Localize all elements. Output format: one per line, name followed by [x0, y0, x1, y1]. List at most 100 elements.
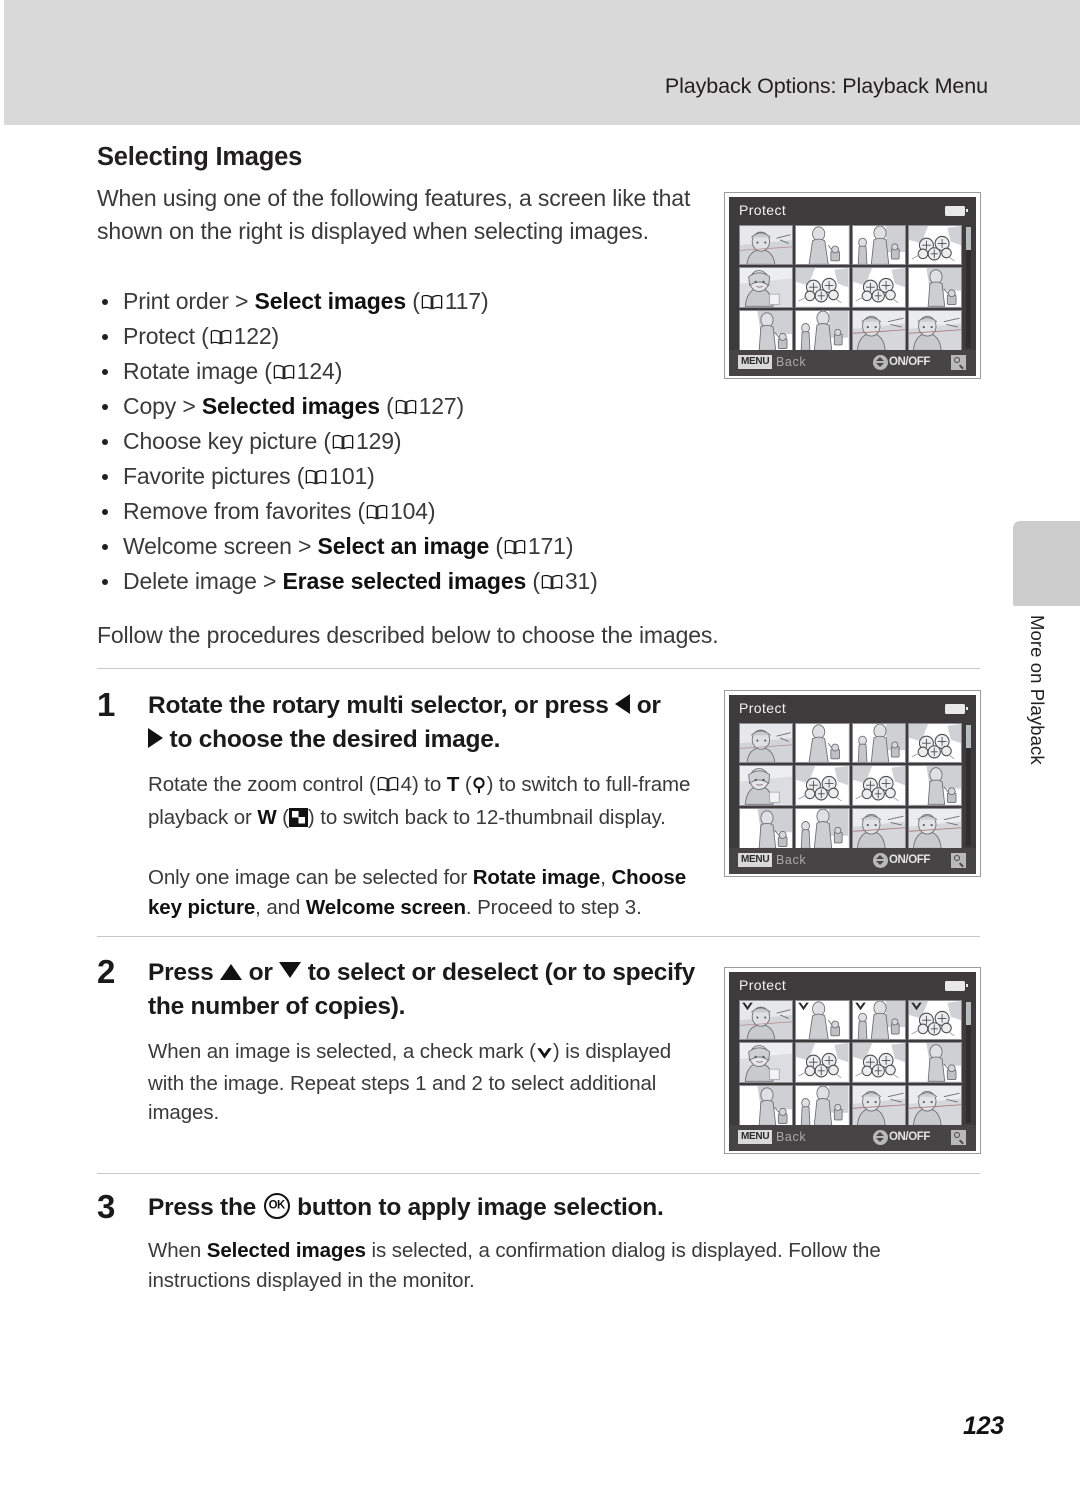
thumbnail-cell[interactable] [851, 309, 906, 350]
thumbnail-cell[interactable] [851, 807, 906, 848]
check-mark-icon [797, 1001, 810, 1012]
menu-button-chip[interactable]: MENU [738, 852, 773, 867]
menu-button-chip[interactable]: MENU [738, 1129, 773, 1144]
feature-list: Print order > Select images (117) Protect… [97, 284, 717, 599]
menu-button-chip[interactable]: MENU [738, 354, 773, 369]
onoff-control[interactable]: ON/OFF [872, 1129, 930, 1145]
magnifier-icon[interactable] [951, 852, 966, 868]
feature-ref-page: 127) [418, 393, 465, 419]
thumbnail-cell[interactable] [907, 723, 962, 764]
feature-list-item: Favorite pictures (101) [97, 459, 717, 494]
thumbnail-cell[interactable] [907, 1000, 962, 1041]
thumbnail-cell[interactable] [907, 267, 962, 308]
zoom-wide-label: W [257, 805, 277, 829]
thumbnail-grid-area [729, 1000, 976, 1125]
thumbnail-cell[interactable] [739, 225, 794, 266]
thumbnail-cell[interactable] [739, 309, 794, 350]
magnifier-icon[interactable] [951, 1129, 966, 1145]
thumbnail-cell[interactable] [795, 1042, 850, 1083]
page-header-band [4, 0, 1080, 125]
onoff-label: ON/OFF [888, 1131, 930, 1144]
body-text: When an image is selected, a check mark … [148, 1040, 536, 1063]
feature-ref-open: ( [323, 428, 331, 454]
body-text: When [148, 1239, 207, 1262]
step-number: 1 [97, 686, 116, 723]
thumbnail-cell[interactable] [739, 807, 794, 848]
step-body: When Selected images is selected, a conf… [148, 1236, 983, 1295]
step-body: Rotate the zoom control (4) to T () to s… [148, 770, 708, 832]
scrollbar[interactable] [966, 1002, 971, 1123]
thumbnail-cell[interactable] [739, 1000, 794, 1041]
feature-list-item: Print order > Select images (117) [97, 284, 717, 319]
thumbnail-grid-area [729, 723, 976, 848]
thumbnail-cell[interactable] [739, 723, 794, 764]
thumbnail-cell[interactable] [907, 807, 962, 848]
camera-screen-protect-2: Protect MENU Back ON/OFF [724, 690, 981, 877]
up-down-arrow-icon [872, 1129, 888, 1145]
thumbnail-cell[interactable] [907, 765, 962, 806]
thumbnail-cell[interactable] [795, 723, 850, 764]
feature-label: Rotate image [123, 358, 265, 384]
thumbnail-cell[interactable] [851, 225, 906, 266]
book-ref-icon [377, 776, 399, 793]
scrollbar[interactable] [966, 227, 971, 348]
thumbnail-cell[interactable] [795, 309, 850, 350]
thumbnail-grid [739, 1000, 962, 1125]
step-heading-text-b: or [242, 959, 280, 986]
feature-ref-page: 124) [296, 358, 343, 384]
thumbnail-cell[interactable] [907, 225, 962, 266]
thumbnail-cell[interactable] [851, 1000, 906, 1041]
step-number: 2 [97, 953, 116, 990]
scrollbar-thumb[interactable] [966, 725, 971, 748]
body-text: Rotate the zoom control ( [148, 773, 376, 796]
feature-ref-open: ( [405, 288, 420, 314]
thumbnail-cell[interactable] [851, 267, 906, 308]
thumbnail-cell[interactable] [795, 1000, 850, 1041]
thumbnail-cell[interactable] [739, 267, 794, 308]
scrollbar-thumb[interactable] [966, 227, 971, 250]
step-heading-text-a: Rotate the rotary multi selector, or pre… [148, 692, 616, 719]
battery-icon [945, 981, 968, 991]
divider-rule [97, 936, 980, 937]
thumbnail-cell[interactable] [795, 807, 850, 848]
up-down-arrow-icon [872, 354, 888, 370]
feature-ref-page: 117) [444, 288, 489, 314]
magnifier-icon[interactable] [951, 354, 966, 370]
thumbnail-cell[interactable] [907, 1084, 962, 1125]
book-ref-icon [332, 434, 354, 451]
feature-label-bold: Select images [254, 288, 407, 314]
step-number: 3 [97, 1188, 116, 1225]
book-ref-icon [541, 574, 563, 591]
body-text: ( [276, 805, 289, 829]
thumbnail-cell[interactable] [851, 723, 906, 764]
side-tab-block [1013, 521, 1080, 606]
arrow-down-icon [279, 962, 302, 978]
scrollbar[interactable] [966, 725, 971, 846]
thumbnail-cell[interactable] [795, 267, 850, 308]
page-header-title: Playback Options: Playback Menu [664, 74, 988, 98]
thumbnail-cell[interactable] [739, 765, 794, 806]
thumbnail-cell[interactable] [907, 309, 962, 350]
feature-label-bold: Erase selected images [282, 568, 527, 594]
thumbnail-cell[interactable] [907, 1042, 962, 1083]
onoff-control[interactable]: ON/OFF [872, 852, 930, 868]
thumbnail-cell[interactable] [795, 1084, 850, 1125]
feature-label: Welcome screen > [123, 533, 318, 559]
thumbnail-cell[interactable] [739, 1042, 794, 1083]
thumbnail-cell[interactable] [851, 765, 906, 806]
arrow-right-icon [148, 728, 163, 748]
thumbnail-grid-icon [288, 807, 308, 827]
thumbnail-cell[interactable] [739, 1084, 794, 1125]
thumbnail-cell[interactable] [851, 1084, 906, 1125]
scrollbar-thumb[interactable] [966, 1002, 971, 1025]
feature-ref-page: 122) [233, 323, 280, 349]
thumbnail-cell[interactable] [795, 765, 850, 806]
camera-screen-bottombar: MENU Back ON/OFF [729, 349, 976, 376]
body-bold: Rotate image [472, 866, 601, 889]
zoom-tele-label: T [446, 773, 460, 796]
onoff-control[interactable]: ON/OFF [872, 354, 930, 370]
book-ref-page: 4 [400, 773, 412, 796]
ok-button-icon: OK [263, 1193, 290, 1219]
thumbnail-cell[interactable] [851, 1042, 906, 1083]
thumbnail-cell[interactable] [795, 225, 850, 266]
